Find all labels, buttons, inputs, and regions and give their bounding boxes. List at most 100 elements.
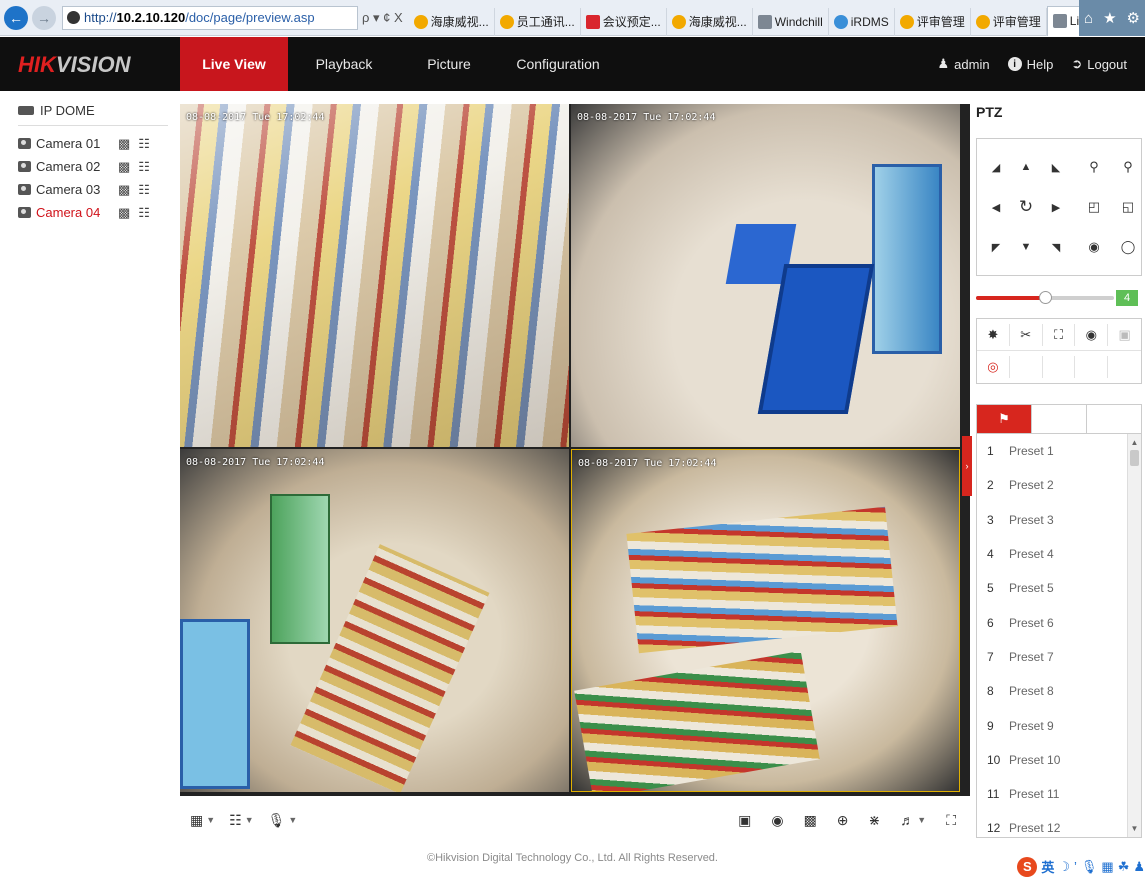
pan-up-button[interactable]: ▲ (1013, 149, 1039, 185)
nav-live-view[interactable]: Live View (180, 37, 288, 91)
focus-far-button[interactable]: ◱ (1115, 189, 1141, 225)
camera-item[interactable]: Camera 02 ▩ ☷ (18, 155, 168, 178)
browser-tab[interactable]: 评审管理 (971, 7, 1047, 36)
preset-item[interactable]: 12 Preset 12 (977, 811, 1141, 837)
speed-slider[interactable] (976, 291, 1114, 304)
focus-near-button[interactable]: ◰ (1081, 189, 1107, 225)
browser-tab[interactable]: 员工通讯... (495, 7, 581, 36)
preset-item[interactable]: 5 Preset 5 (977, 571, 1141, 605)
zoom-in-button[interactable]: ⚲ (1115, 149, 1141, 185)
preset-item[interactable]: 9 Preset 9 (977, 708, 1141, 742)
browser-tab[interactable]: Windchill (753, 7, 829, 36)
preset-item[interactable]: 10 Preset 10 (977, 743, 1141, 777)
volume-button[interactable]: ♬ ▼ (900, 812, 926, 829)
wiper-button[interactable]: ✂ (1010, 323, 1043, 346)
camera-item[interactable]: Camera 01 ▩ ☷ (18, 132, 168, 155)
ime-skin-icon[interactable]: ☘ (1118, 859, 1130, 875)
stream-icon[interactable]: ☷ (138, 159, 150, 175)
video-tile-2[interactable]: 08-08-2017 Tue 17:02:44 (571, 104, 960, 447)
lens-init-button[interactable]: ◉ (1075, 323, 1109, 346)
ime-language-toggle[interactable]: 英 (1041, 857, 1054, 876)
preset-item[interactable]: 1 Preset 1 (977, 434, 1141, 468)
camera-item[interactable]: Camera 04 ▩ ☷ (18, 201, 168, 224)
ime-mic-icon[interactable]: 🎙 (1081, 859, 1098, 875)
preset-item[interactable]: 2 Preset 2 (977, 468, 1141, 502)
preset-item[interactable]: 7 Preset 7 (977, 640, 1141, 674)
scroll-thumb[interactable] (1130, 450, 1139, 466)
record-button[interactable]: ▩ (804, 812, 817, 829)
back-arrow-icon[interactable]: ← (4, 5, 28, 30)
video-tile-1[interactable]: 08-08-2017 Tue 17:02:44 (180, 104, 569, 447)
browser-tab[interactable]: 评审管理 (895, 7, 971, 36)
record-icon[interactable]: ▩ (118, 182, 130, 198)
speed-slider-handle[interactable] (1039, 291, 1052, 304)
home-icon[interactable]: ⌂ (1084, 10, 1093, 27)
preset-item[interactable]: 4 Preset 4 (977, 537, 1141, 571)
star-icon[interactable]: ★ (1103, 9, 1116, 27)
tab-pattern[interactable] (1087, 405, 1141, 433)
nav-playback[interactable]: Playback (288, 37, 400, 91)
gear-icon[interactable]: ⚙ (1127, 9, 1140, 27)
preset-item[interactable]: 8 Preset 8 (977, 674, 1141, 708)
nav-picture[interactable]: Picture (400, 37, 498, 91)
forward-arrow-icon[interactable]: → (32, 5, 56, 30)
stream-type-button[interactable]: ☷ ▼ (229, 812, 253, 829)
pan-down-button[interactable]: ▼ (1013, 229, 1039, 265)
video-tile-3[interactable]: 08-08-2017 Tue 17:02:44 (180, 449, 569, 792)
ime-moon-icon[interactable]: ☽ (1058, 859, 1070, 875)
fullscreen-button[interactable]: ⛶ (946, 812, 956, 829)
digital-zoom-button[interactable]: ⊕ (837, 812, 849, 829)
pan-down-left-button[interactable]: ◤ (983, 229, 1009, 265)
stream-icon[interactable]: ☷ (138, 136, 150, 152)
nav-configuration[interactable]: Configuration (498, 37, 618, 91)
fisheye-button[interactable]: ⋇ (869, 812, 881, 829)
preset-scrollbar[interactable]: ▲ ▼ (1127, 434, 1141, 837)
ime-user-icon[interactable]: ♟ (1133, 859, 1145, 875)
user-menu[interactable]: ♟ admin (938, 56, 990, 72)
light-button[interactable]: ✸ (977, 323, 1010, 346)
record-icon[interactable]: ▩ (118, 205, 130, 221)
address-bar[interactable]: http://10.2.10.120/doc/page/preview.asp (62, 5, 358, 30)
window-layout-button[interactable]: ▦ ▼ (190, 812, 215, 829)
3d-positioning-button[interactable]: ◎ (977, 356, 1010, 378)
preset-item[interactable]: 3 Preset 3 (977, 503, 1141, 537)
capture-button[interactable]: ◉ (771, 812, 783, 829)
browser-tab[interactable]: 海康威视... (667, 7, 753, 36)
video-tile-4[interactable]: 08-08-2017 Tue 17:02:44 (571, 449, 960, 792)
preset-item[interactable]: 6 Preset 6 (977, 605, 1141, 639)
iris-open-button[interactable]: ◉ (1081, 229, 1107, 265)
camera-item[interactable]: Camera 03 ▩ ☷ (18, 178, 168, 201)
record-icon[interactable]: ▩ (118, 159, 130, 175)
pan-right-button[interactable]: ▶ (1043, 189, 1069, 225)
browser-tab[interactable]: iRDMS (829, 7, 895, 36)
pan-left-button[interactable]: ◀ (983, 189, 1009, 225)
auxiliary-focus-button[interactable]: ⛶ (1043, 323, 1076, 346)
pan-up-right-button[interactable]: ◣ (1043, 149, 1069, 185)
tab-preset[interactable]: ⚑ (977, 405, 1032, 433)
scroll-down-arrow-icon[interactable]: ▼ (1128, 822, 1141, 836)
ptz-collapse-toggle[interactable]: › (962, 436, 972, 496)
tab-patrol[interactable] (1032, 405, 1087, 433)
logout-link[interactable]: ➲ Logout (1071, 56, 1127, 72)
help-link[interactable]: i Help (1007, 57, 1053, 72)
audio-talk-button[interactable]: 🎙 ▼ (268, 812, 298, 829)
stream-icon[interactable]: ☷ (138, 182, 150, 198)
stream-icon[interactable]: ☷ (138, 205, 150, 221)
scroll-up-arrow-icon[interactable]: ▲ (1128, 436, 1141, 450)
preset-item[interactable]: 11 Preset 11 (977, 777, 1141, 811)
manual-track-button[interactable]: ▣ (1108, 324, 1141, 346)
pan-down-right-button[interactable]: ◥ (1043, 229, 1069, 265)
ime-punct-icon[interactable]: ’ (1074, 859, 1077, 874)
auto-pan-button[interactable]: ↻ (1013, 189, 1039, 225)
tree-root[interactable]: IP DOME (18, 100, 168, 126)
browser-tab[interactable]: 海康威视... (409, 7, 495, 36)
address-controls[interactable]: ρ ▾ ¢ X (362, 10, 403, 26)
pan-up-left-button[interactable]: ◢ (983, 149, 1009, 185)
zoom-out-button[interactable]: ⚲ (1081, 149, 1107, 185)
ime-keyboard-icon[interactable]: ▦ (1101, 859, 1113, 875)
record-icon[interactable]: ▩ (118, 136, 130, 152)
ime-logo-icon[interactable]: S (1017, 856, 1038, 877)
browser-tab[interactable]: 会议预定... (581, 7, 667, 36)
iris-close-button[interactable]: ◯ (1115, 229, 1141, 265)
stop-all-button[interactable]: ▣ (738, 812, 751, 829)
